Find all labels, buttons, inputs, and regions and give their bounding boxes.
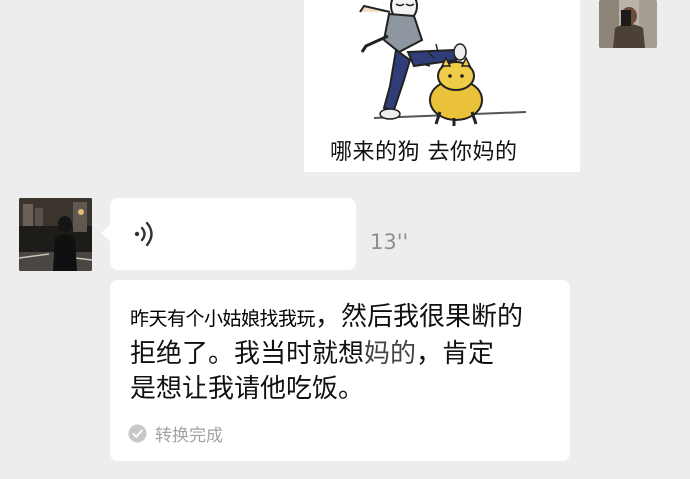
transcript-line-2a: 拒绝了。我当时就想 — [130, 339, 365, 369]
transcript-overlay-text: 昨天有个小姑娘找我玩 — [130, 308, 316, 330]
avatar-selfie — [599, 0, 657, 48]
transcript-garbled-word: 妈的 — [364, 339, 417, 369]
avatar-friend[interactable] — [19, 198, 92, 271]
transcript-line-3: 是想让我请他吃饭。 — [130, 374, 365, 404]
meme-sticker-message[interactable]: 哪来的狗 去你妈的 — [304, 0, 580, 172]
avatar-me[interactable] — [599, 0, 657, 48]
convert-status-label: 转换完成 — [155, 425, 223, 446]
transcript-text: 昨天有个小姑娘找我玩，然后我很果断的拒绝了。我当时就想妈的，肯定是想让我请他吃饭… — [130, 300, 562, 407]
sticker-caption: 哪来的狗 去你妈的 — [330, 140, 518, 165]
voice-wave-icon — [134, 221, 153, 247]
convert-status: 转换完成 — [128, 421, 223, 446]
voice-message-bubble[interactable] — [101, 198, 356, 270]
chat-window: 哪来的狗 去你妈的 13'' 昨天有个小姑娘找我玩，然后我很果断的 拒绝了。我当… — [0, 0, 690, 479]
voice-transcript-card[interactable]: 昨天有个小姑娘找我玩，然后我很果断的拒绝了。我当时就想妈的，肯定是想让我请他吃饭… — [110, 280, 570, 461]
avatar-night-street — [19, 198, 92, 271]
transcript-line-1: ，然后我很果断的 — [315, 302, 524, 332]
check-circle-icon — [128, 423, 147, 443]
voice-duration: 13'' — [370, 230, 409, 254]
transcript-line-2b: ，肯定 — [416, 339, 495, 369]
